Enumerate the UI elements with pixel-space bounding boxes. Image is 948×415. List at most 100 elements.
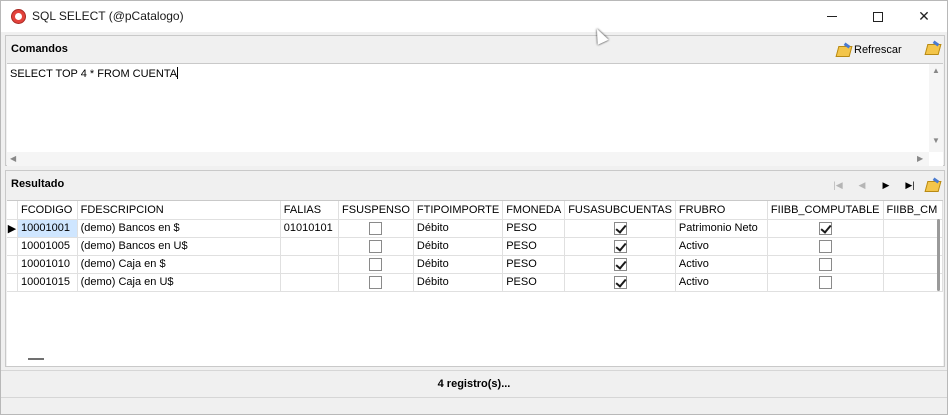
sql-editor[interactable]: SELECT TOP 4 * FROM CUENTA ▲ ▼ ◀ ▶: [7, 63, 943, 166]
table-cell[interactable]: [883, 273, 943, 292]
table-cell[interactable]: (demo) Bancos en U$: [77, 237, 281, 256]
table-cell[interactable]: [883, 255, 943, 274]
column-header[interactable]: FIIBB_COMPUTABLE: [767, 201, 884, 220]
checkbox-cell[interactable]: [767, 237, 884, 256]
table-cell[interactable]: [280, 237, 340, 256]
scroll-up-icon[interactable]: ▲: [932, 66, 940, 75]
table-cell[interactable]: [280, 273, 340, 292]
checkbox[interactable]: [369, 275, 383, 289]
checkbox[interactable]: [369, 257, 383, 271]
checkbox[interactable]: [818, 239, 832, 253]
commands-panel: Comandos Refrescar SELECT TOP 4 * FROM C…: [5, 35, 945, 166]
scroll-left-icon[interactable]: ◀: [10, 154, 16, 163]
column-header[interactable]: FRUBRO: [675, 201, 768, 220]
checkbox[interactable]: [613, 239, 627, 253]
table-cell[interactable]: Débito: [413, 237, 504, 256]
table-cell[interactable]: Activo: [675, 237, 768, 256]
table-cell[interactable]: (demo) Caja en U$: [77, 273, 281, 292]
checkbox[interactable]: [818, 275, 832, 289]
checkbox-cell[interactable]: [564, 273, 676, 292]
table-cell[interactable]: Débito: [413, 219, 504, 238]
checkbox[interactable]: [613, 257, 627, 271]
table-cell[interactable]: 10001010: [17, 255, 78, 274]
column-header[interactable]: FIIBB_CM: [883, 201, 943, 220]
table-row[interactable]: ▶ 10001001 (demo) Bancos en $01010101 Débit…: [7, 219, 943, 238]
column-header[interactable]: FDESCRIPCION: [77, 201, 281, 220]
table-cell[interactable]: 01010101: [280, 219, 340, 238]
grid-horizontal-scrollbar[interactable]: [28, 358, 44, 360]
scroll-down-icon[interactable]: ▼: [932, 136, 940, 145]
table-cell[interactable]: 10001001: [17, 219, 78, 238]
edit-icon[interactable]: [925, 42, 940, 55]
title-bar[interactable]: SQL SELECT (@pCatalogo) ✕: [1, 1, 947, 32]
column-header[interactable]: FMONEDA: [502, 201, 566, 220]
checkbox-cell[interactable]: [338, 219, 414, 238]
scroll-right-icon[interactable]: ▶: [917, 154, 923, 163]
results-header: Resultado |◀ ◀ ▶ ▶|: [6, 171, 944, 197]
table-cell[interactable]: 10001005: [17, 237, 78, 256]
checkbox-cell[interactable]: [564, 237, 676, 256]
last-record-icon[interactable]: ▶|: [898, 177, 922, 193]
checkbox-cell[interactable]: [564, 219, 676, 238]
refresh-button[interactable]: Refrescar: [836, 41, 902, 59]
results-edit-icon[interactable]: [925, 179, 940, 192]
close-button[interactable]: ✕: [901, 1, 947, 32]
checkbox-cell[interactable]: [338, 255, 414, 274]
table-cell[interactable]: (demo) Caja en $: [77, 255, 281, 274]
table-cell[interactable]: Débito: [413, 273, 504, 292]
table-cell[interactable]: Activo: [675, 255, 768, 274]
results-grid[interactable]: FCODIGO FDESCRIPCION FALIAS FSUSPENSO FT…: [7, 200, 943, 366]
table-cell[interactable]: 10001015: [17, 273, 78, 292]
table-cell[interactable]: Débito: [413, 255, 504, 274]
checkbox[interactable]: [369, 221, 383, 235]
current-row-indicator-icon[interactable]: ▶: [7, 219, 18, 238]
table-cell[interactable]: (demo) Bancos en $: [77, 219, 281, 238]
pencil-refresh-icon: [836, 44, 851, 57]
table-cell[interactable]: [883, 237, 943, 256]
table-row[interactable]: 10001010 (demo) Caja en $ Débito PESO Activo: [7, 255, 943, 274]
checkbox[interactable]: [613, 221, 627, 235]
bottom-strip: [1, 397, 947, 414]
checkbox[interactable]: [818, 257, 832, 271]
checkbox[interactable]: [613, 275, 627, 289]
checkbox-cell[interactable]: [338, 273, 414, 292]
row-indicator[interactable]: [7, 237, 18, 256]
sql-vertical-scrollbar[interactable]: ▲ ▼: [929, 64, 943, 152]
table-cell[interactable]: [883, 219, 943, 238]
table-cell[interactable]: PESO: [502, 237, 566, 256]
first-record-icon[interactable]: |◀: [826, 177, 850, 193]
sql-horizontal-scrollbar[interactable]: ◀ ▶: [7, 152, 929, 166]
row-indicator[interactable]: [7, 255, 18, 274]
refresh-label: Refrescar: [854, 44, 902, 56]
checkbox-cell[interactable]: [767, 255, 884, 274]
table-cell[interactable]: PESO: [502, 273, 566, 292]
commands-header: Comandos Refrescar: [6, 36, 944, 62]
column-header[interactable]: FTIPOIMPORTE: [413, 201, 504, 220]
checkbox-cell[interactable]: [767, 219, 884, 238]
grid-vertical-scrollbar[interactable]: [937, 219, 940, 291]
checkbox-cell[interactable]: [564, 255, 676, 274]
table-cell[interactable]: PESO: [502, 255, 566, 274]
minimize-icon: [827, 16, 837, 17]
table-row[interactable]: 10001005 (demo) Bancos en U$ Débito PESO Act…: [7, 237, 943, 256]
table-cell[interactable]: Patrimonio Neto: [675, 219, 768, 238]
table-row[interactable]: 10001015 (demo) Caja en U$ Débito PESO Activ…: [7, 273, 943, 292]
previous-record-icon[interactable]: ◀: [850, 177, 874, 193]
minimize-button[interactable]: [809, 1, 855, 32]
checkbox[interactable]: [818, 221, 832, 235]
checkbox-cell[interactable]: [338, 237, 414, 256]
next-record-icon[interactable]: ▶: [874, 177, 898, 193]
table-cell[interactable]: [280, 255, 340, 274]
row-indicator[interactable]: [7, 273, 18, 292]
checkbox-cell[interactable]: [767, 273, 884, 292]
table-cell[interactable]: PESO: [502, 219, 566, 238]
app-logo-icon: [11, 9, 26, 24]
maximize-button[interactable]: [855, 1, 901, 32]
checkbox[interactable]: [369, 239, 383, 253]
column-header[interactable]: FSUSPENSO: [338, 201, 414, 220]
column-header[interactable]: FCODIGO: [17, 201, 78, 220]
results-table: FCODIGO FDESCRIPCION FALIAS FSUSPENSO FT…: [7, 201, 943, 292]
column-header[interactable]: FUSASUBCUENTAS: [564, 201, 676, 220]
table-cell[interactable]: Activo: [675, 273, 768, 292]
column-header[interactable]: FALIAS: [280, 201, 340, 220]
